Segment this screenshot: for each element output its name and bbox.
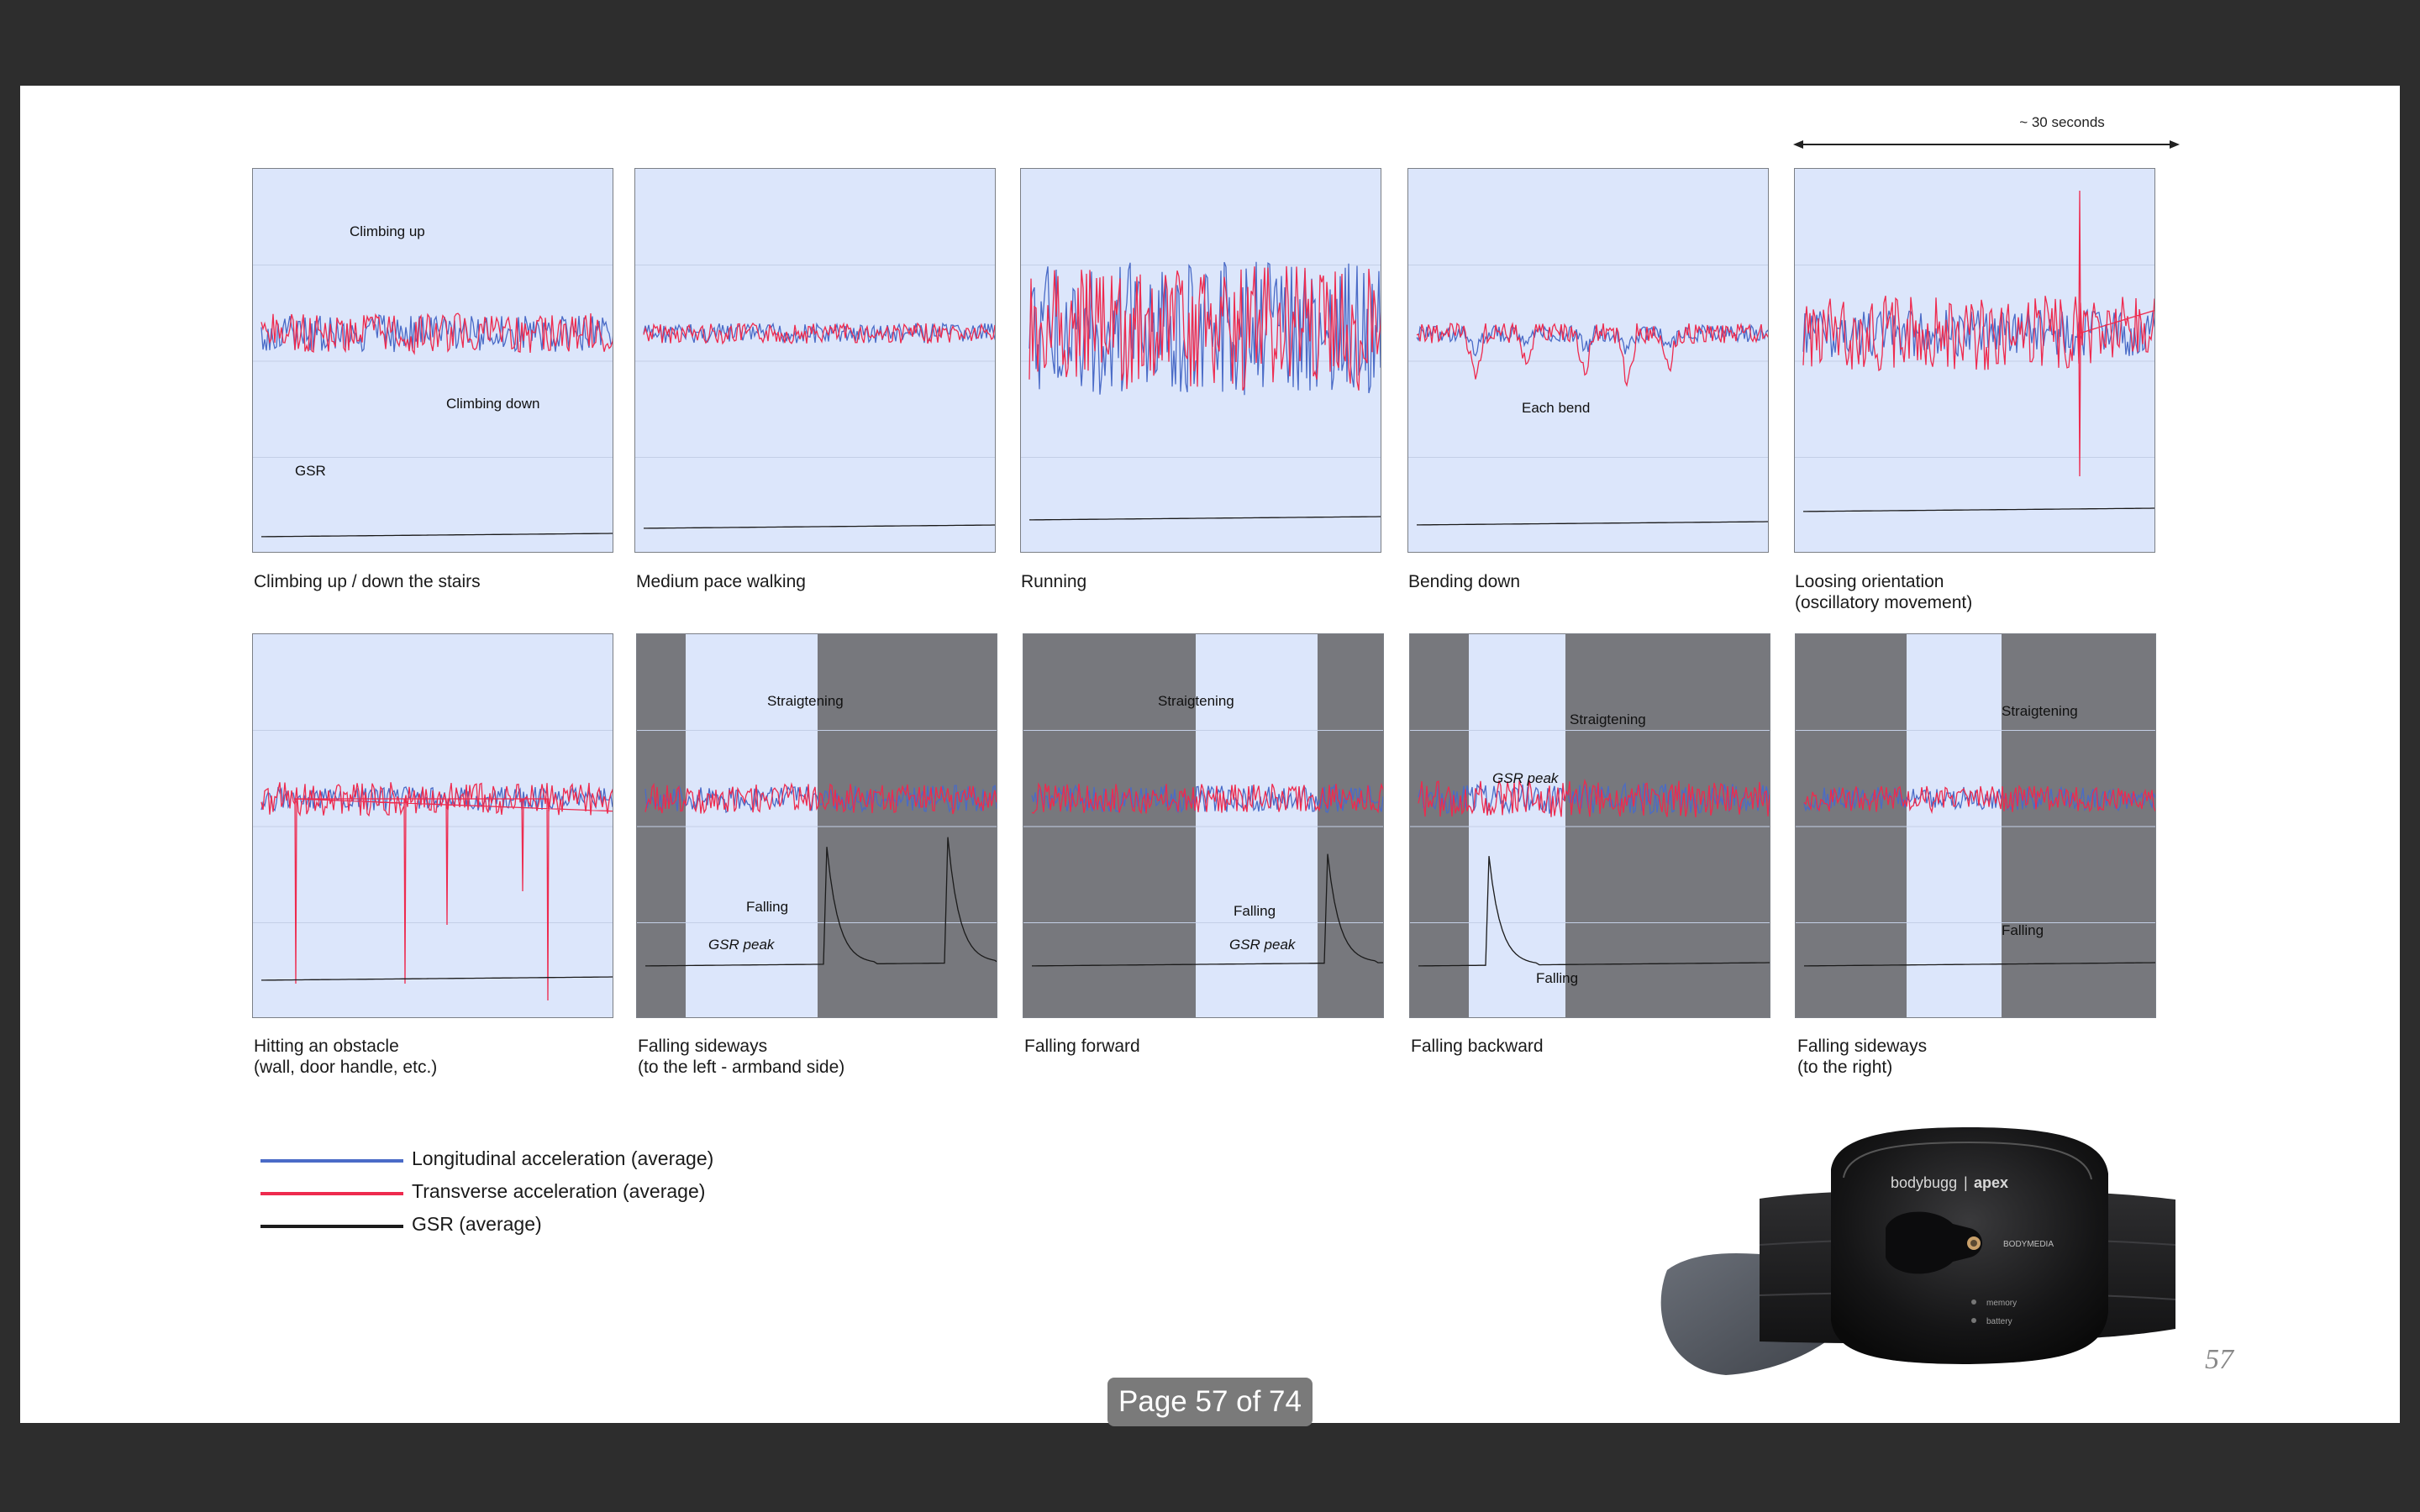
signal-plot: Each bend bbox=[1408, 169, 1768, 552]
caption-loosing-orientation: Loosing orientation (oscillatory movemen… bbox=[1795, 572, 1973, 612]
annotation-label: Climbing down bbox=[446, 396, 540, 412]
armband-device-image: bodybugg | apex BODYMEDIA memory battery bbox=[1660, 1127, 2176, 1375]
signal-plot: Straigtening GSR peak Falling bbox=[1410, 634, 1770, 1017]
time-span-label: ~ 30 seconds bbox=[2019, 114, 2105, 130]
signal-plot bbox=[253, 634, 613, 1017]
legend-swatch-transverse bbox=[260, 1192, 403, 1195]
annotation-label: GSR peak bbox=[1229, 937, 1297, 953]
device-battery-text: battery bbox=[1986, 1317, 2012, 1326]
annotation-label: Climbing up bbox=[350, 223, 425, 239]
chart-panel-medium-walking bbox=[634, 168, 996, 553]
annotation-label: Straigtening bbox=[2002, 703, 2078, 719]
signal-plot: Straigtening Falling GSR peak bbox=[637, 634, 997, 1017]
signal-plot bbox=[1021, 169, 1381, 552]
slide-page-number: 57 bbox=[2205, 1344, 2233, 1375]
slide: ~ 30 seconds Climbing up Climbing down GSR… bbox=[20, 86, 2400, 1423]
legend-label-longitudinal: Longitudinal acceleration (average) bbox=[412, 1147, 714, 1169]
signal-plot: Straigtening Falling bbox=[1796, 634, 2155, 1017]
signal-plot: Climbing up Climbing down GSR bbox=[253, 169, 613, 552]
annotation-label: Falling bbox=[2002, 922, 2044, 938]
annotation-label: GSR peak bbox=[1492, 770, 1560, 786]
device-apex-text: apex bbox=[1974, 1174, 2008, 1191]
legend-swatch-gsr bbox=[260, 1225, 403, 1228]
annotation-label: Straigtening bbox=[1570, 711, 1646, 727]
signal-plot bbox=[1795, 169, 2154, 552]
caption-falling-forward: Falling forward bbox=[1024, 1037, 1140, 1056]
annotation-label: GSR peak bbox=[708, 937, 776, 953]
caption-falling-sideways-right: Falling sideways (to the right) bbox=[1797, 1037, 1928, 1077]
chart-panel-loosing-orientation bbox=[1794, 168, 2155, 553]
caption-bending-down: Bending down bbox=[1408, 572, 1521, 591]
annotation-label: Falling bbox=[746, 899, 788, 915]
caption-falling-sideways-left: Falling sideways (to the left - armband … bbox=[638, 1037, 845, 1077]
caption-climbing-stairs: Climbing up / down the stairs bbox=[254, 572, 481, 591]
chart-panel-running bbox=[1020, 168, 1381, 553]
page-indicator: Page 57 of 74 bbox=[1107, 1378, 1313, 1426]
legend-swatch-longitudinal bbox=[260, 1159, 403, 1163]
annotation-label: Each bend bbox=[1522, 400, 1590, 416]
device-memory-text: memory bbox=[1986, 1299, 2017, 1308]
chart-panel-falling-forward: Straigtening Falling GSR peak bbox=[1023, 633, 1384, 1018]
caption-medium-walking: Medium pace walking bbox=[636, 572, 806, 591]
chart-panel-bending-down: Each bend bbox=[1407, 168, 1769, 553]
signal-plot: Straigtening Falling GSR peak bbox=[1023, 634, 1383, 1017]
caption-falling-backward: Falling backward bbox=[1411, 1037, 1544, 1056]
caption-running: Running bbox=[1021, 572, 1087, 591]
legend-label-transverse: Transverse acceleration (average) bbox=[412, 1180, 706, 1202]
signal-plot bbox=[635, 169, 995, 552]
time-span-arrow bbox=[1793, 140, 2180, 149]
annotation-label: Falling bbox=[1536, 970, 1578, 986]
annotation-label: Falling bbox=[1234, 903, 1276, 919]
chart-panel-falling-sideways-left: Straigtening Falling GSR peak bbox=[636, 633, 997, 1018]
caption-hitting-obstacle: Hitting an obstacle (wall, door handle, … bbox=[254, 1037, 438, 1077]
device-brand-text: bodybugg bbox=[1891, 1174, 1957, 1191]
chart-panel-falling-sideways-right: Straigtening Falling bbox=[1795, 633, 2156, 1018]
chart-panel-climbing-stairs: Climbing up Climbing down GSR bbox=[252, 168, 613, 553]
chart-panel-hitting-obstacle bbox=[252, 633, 613, 1018]
annotation-label: Straigtening bbox=[767, 693, 844, 709]
legend-label-gsr: GSR (average) bbox=[412, 1213, 542, 1235]
device-maker-text: BODYMEDIA bbox=[2003, 1240, 2054, 1249]
annotation-label: Straigtening bbox=[1158, 693, 1234, 709]
annotation-label: GSR bbox=[295, 463, 326, 479]
chart-panel-falling-backward: Straigtening GSR peak Falling bbox=[1409, 633, 1770, 1018]
svg-text:|: | bbox=[1964, 1174, 1968, 1191]
